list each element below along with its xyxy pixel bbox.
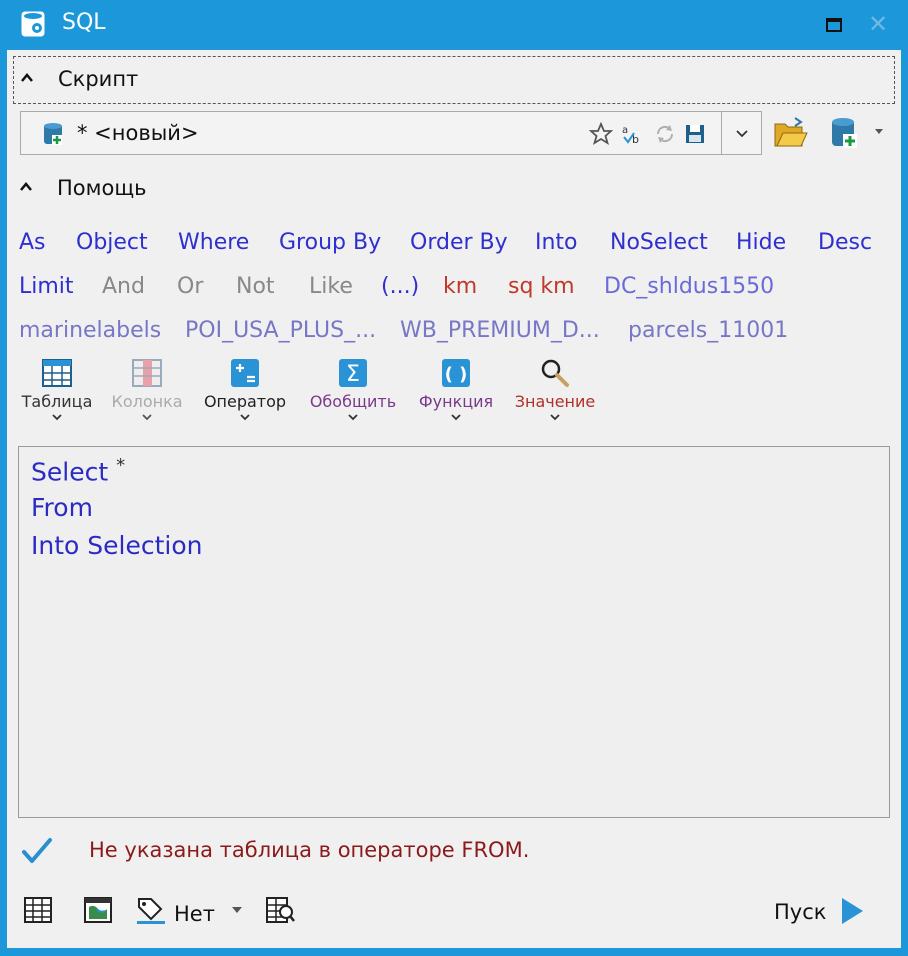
table-dc-shldus1550[interactable]: DC_shldus1550 [604,274,774,299]
table-icon [42,359,72,387]
operator-tool-button[interactable]: Оператор [203,356,287,421]
close-button[interactable]: ✕ [866,12,890,36]
magnifier-icon [541,359,569,387]
open-folder-icon[interactable] [773,116,809,150]
sigma-icon: Σ [339,359,367,387]
chevron-down-icon [52,414,62,421]
unit-km[interactable]: km [443,274,477,299]
save-icon[interactable] [683,122,707,146]
aggregate-tool-label: Обобщить [309,392,397,411]
keyword-or[interactable]: Or [177,274,203,299]
table-tool-label: Таблица [21,392,93,411]
sql-window-icon [21,11,45,37]
keyword-object[interactable]: Object [76,230,148,255]
script-section-header[interactable]: Скрипт [13,56,895,104]
keyword-desc[interactable]: Desc [818,230,872,255]
table-marinelabels[interactable]: marinelabels [19,318,161,343]
keyword-like[interactable]: Like [309,274,353,299]
status-message: Не указана таблица в операторе FROM. [89,838,530,862]
keyword-order-by[interactable]: Order By [410,230,508,255]
check-icon[interactable] [21,836,53,866]
browser-icon[interactable] [23,895,53,925]
refresh-icon[interactable] [653,122,677,146]
script-section-label: Скрипт [58,67,139,91]
run-label: Пуск [774,900,827,924]
chevron-up-icon[interactable] [20,71,34,85]
operator-icon [231,359,259,387]
function-tool-button[interactable]: ( ) Функция [417,356,495,421]
window-title: SQL [62,10,106,35]
chevron-down-icon[interactable] [873,126,885,136]
svg-text:( ): ( ) [445,364,468,385]
column-icon [132,359,162,387]
new-database-icon[interactable] [831,116,861,150]
label-mode-value[interactable]: Нет [174,902,215,926]
function-tool-label: Функция [418,392,494,411]
parentheses-icon: ( ) [442,359,470,387]
table-parcels-11001[interactable]: parcels_11001 [628,318,788,343]
select-all-star: * [116,455,126,476]
keyword-noselect[interactable]: NoSelect [610,230,708,255]
code-line-from: From [31,493,93,522]
help-section-label: Помощь [57,176,147,200]
select-keyword: Select [31,457,109,487]
table-wb-premium[interactable]: WB_PREMIUM_D... [400,318,600,343]
query-preview-icon[interactable] [265,895,295,925]
table-poi-usa-plus[interactable]: POI_USA_PLUS_... [185,318,376,343]
chevron-up-icon[interactable] [19,180,33,194]
combo-divider [721,112,722,154]
chevron-down-icon[interactable] [231,906,243,914]
label-style-icon[interactable] [135,895,169,925]
script-name: * <новый> [77,121,199,145]
chevron-down-icon [451,414,461,421]
map-icon[interactable] [83,895,113,925]
chevron-down-icon [348,414,358,421]
svg-text:Σ: Σ [346,362,360,387]
value-tool-button[interactable]: Значение [511,356,599,421]
chevron-down-icon [142,414,152,421]
keyword-as[interactable]: As [19,230,46,255]
spellcheck-icon[interactable]: a b [621,122,645,146]
keyword-not[interactable]: Not [236,274,275,299]
chevron-down-icon [240,414,250,421]
value-tool-label: Значение [514,392,596,411]
unit-sq-km[interactable]: sq km [508,274,575,299]
chevron-down-icon [550,414,560,421]
code-line-into: Into Selection [31,531,203,560]
column-tool-label: Колонка [111,392,183,411]
title-bar: SQL ✕ [0,0,908,50]
chevron-down-icon[interactable] [733,124,751,142]
help-section-header[interactable]: Помощь [13,166,895,214]
sql-panel: Скрипт * <новый> a b Помощь As Object Wh… [7,50,901,948]
table-tool-button[interactable]: Таблица [21,356,93,421]
database-icon [44,123,62,145]
keyword-into[interactable]: Into [535,230,578,255]
code-line-select: Select * [31,455,125,486]
keyword-and[interactable]: And [102,274,145,299]
keyword-where[interactable]: Where [178,230,249,255]
keyword-hide[interactable]: Hide [736,230,786,255]
script-combobox[interactable]: * <новый> a b [20,111,762,155]
sql-editor[interactable]: Select * From Into Selection [18,446,890,818]
column-tool-button[interactable]: Колонка [111,356,183,421]
maximize-button[interactable] [826,18,842,32]
aggregate-tool-button[interactable]: Σ Обобщить [307,356,399,421]
play-icon[interactable] [839,896,865,926]
keyword-limit[interactable]: Limit [19,274,74,299]
keyword-group-by[interactable]: Group By [279,230,381,255]
svg-text:a: a [622,125,628,136]
star-icon[interactable] [589,122,613,146]
keyword-parens[interactable]: (...) [381,274,419,299]
operator-tool-label: Оператор [203,392,287,411]
